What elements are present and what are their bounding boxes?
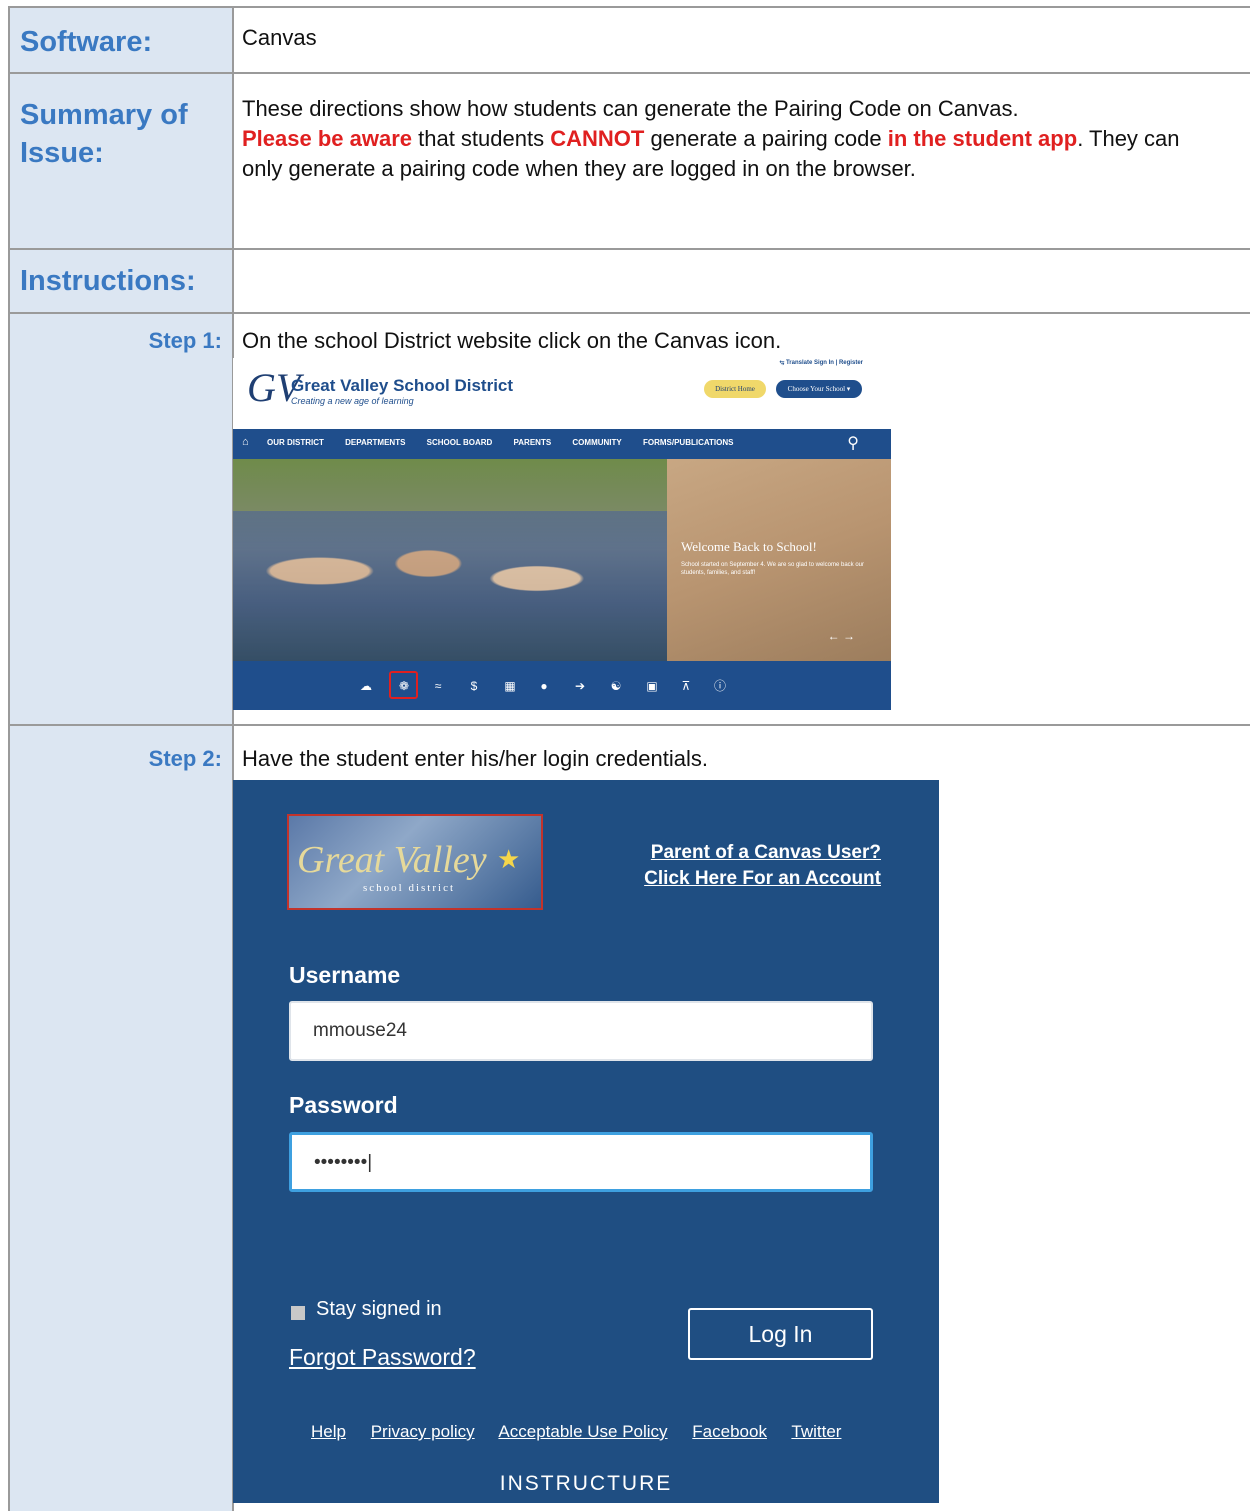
site-header: GV Great Valley School District Creating… — [233, 358, 891, 428]
hero-photo-crowd — [233, 511, 667, 661]
step-1-text: On the school District website click on … — [242, 328, 782, 353]
logo-subtext: school district — [363, 882, 456, 894]
people-icon[interactable]: ☯ — [607, 677, 625, 695]
login-footer-links: Help Privacy policy Acceptable Use Polic… — [311, 1422, 861, 1442]
stay-signed-in-label[interactable]: Stay signed in — [316, 1298, 442, 1321]
site-tagline: Creating a new age of learning — [291, 396, 414, 406]
site-top-links[interactable]: ⥃ Translate Sign In | Register — [779, 360, 863, 367]
canvas-icon-highlight — [389, 671, 418, 699]
step-1-label: Step 1: — [148, 328, 222, 353]
summary-alert-1: Please be aware — [242, 126, 413, 151]
footer-link-facebook[interactable]: Facebook — [692, 1422, 767, 1441]
parent-account-link[interactable]: Parent of a Canvas User? Click Here For … — [644, 840, 881, 892]
instructions-label: Instructions: — [20, 265, 196, 297]
summary-text-1: These directions show how students can g… — [242, 96, 1019, 121]
row-instructions: Instructions: — [8, 248, 1250, 314]
password-label: Password — [289, 1092, 398, 1118]
great-valley-logo: Great Valley school district ★ — [287, 814, 543, 910]
stay-signed-in-checkbox[interactable] — [291, 1306, 305, 1320]
summary-label-line1: Summary of — [20, 99, 188, 131]
dollar-icon[interactable]: $ — [465, 677, 483, 695]
nav-item-our-district[interactable]: OUR DISTRICT — [267, 438, 324, 447]
nav-item-forms-publications[interactable]: FORMS/PUBLICATIONS — [643, 438, 734, 447]
summary-alert-2: CANNOT — [550, 126, 645, 151]
label-cell-summary: Summary of Issue: — [8, 74, 234, 250]
nav-item-community[interactable]: COMMUNITY — [572, 438, 621, 447]
district-website-screenshot: GV Great Valley School District Creating… — [233, 358, 891, 710]
district-home-button[interactable]: District Home — [704, 380, 766, 398]
site-nav-items: OUR DISTRICT DEPARTMENTS SCHOOL BOARD PA… — [267, 438, 752, 447]
label-cell-instructions: Instructions: — [8, 250, 234, 314]
nav-item-parents[interactable]: PARENTS — [514, 438, 552, 447]
footer-link-acceptable-use[interactable]: Acceptable Use Policy — [498, 1422, 667, 1441]
username-field[interactable]: mmouse24 — [289, 1001, 873, 1061]
nav-item-departments[interactable]: DEPARTMENTS — [345, 438, 405, 447]
hero-photo — [233, 459, 667, 661]
step-2-label: Step 2: — [148, 746, 222, 771]
canvas-login-screenshot: Great Valley school district ★ Parent of… — [233, 780, 939, 1503]
summary-text-3: generate a pairing code — [644, 126, 888, 151]
username-label: Username — [289, 962, 401, 988]
summary-text-2: that students — [412, 126, 551, 151]
software-value: Canvas — [242, 25, 317, 50]
calendar-icon[interactable]: ▦ — [501, 677, 519, 695]
cloud-icon[interactable]: ☁ — [357, 677, 375, 695]
site-nav-bar: ⌂ OUR DISTRICT DEPARTMENTS SCHOOL BOARD … — [233, 429, 891, 459]
parent-link-line1[interactable]: Parent of a Canvas User? — [644, 840, 881, 866]
home-icon[interactable]: ⌂ — [242, 436, 249, 448]
logo-text: Great Valley — [297, 839, 487, 881]
label-cell-software: Software: — [8, 8, 234, 74]
choose-school-button[interactable]: Choose Your School ▾ — [776, 380, 862, 398]
star-icon: ★ — [497, 844, 521, 874]
bridge-icon[interactable]: ⊼ — [677, 677, 695, 695]
footer-link-twitter[interactable]: Twitter — [791, 1422, 841, 1441]
swoosh-icon[interactable]: ≈ — [429, 677, 447, 695]
label-cell-step-1: Step 1: — [8, 314, 234, 726]
footer-link-help[interactable]: Help — [311, 1422, 346, 1441]
log-in-button[interactable]: Log In — [688, 1308, 873, 1360]
slide-title: Welcome Back to School! — [681, 539, 817, 554]
row-software: Software: Canvas — [8, 6, 1250, 74]
handshake-icon[interactable]: ➔ — [571, 677, 589, 695]
footer-link-privacy[interactable]: Privacy policy — [371, 1422, 475, 1441]
summary-text: These directions show how students can g… — [242, 94, 1202, 184]
software-label: Software: — [20, 26, 153, 58]
quick-link-icon-bar: ☁ ❁ ≈ $ ▦ ● ➔ ☯ ▣ ⊼ ⓘ — [233, 661, 891, 710]
nav-item-school-board[interactable]: SCHOOL BOARD — [427, 438, 493, 447]
step-2-text: Have the student enter his/her login cre… — [242, 746, 708, 771]
bus-icon[interactable]: ▣ — [643, 677, 661, 695]
info-icon[interactable]: ⓘ — [711, 677, 729, 695]
slide-arrows-icon[interactable]: ← → — [828, 629, 855, 643]
hero-slide-panel: Welcome Back to School! School started o… — [667, 459, 891, 661]
summary-alert-3: in the student app — [887, 126, 1078, 151]
summary-label-line2: Issue: — [20, 137, 104, 169]
slide-text: School started on September 4. We are so… — [681, 562, 864, 576]
label-cell-step-2: Step 2: — [8, 726, 234, 1511]
password-field[interactable]: ••••••••| — [289, 1132, 873, 1192]
instructure-brand: INSTRUCTURE — [499, 1472, 673, 1495]
row-summary: Summary of Issue: These directions show … — [8, 72, 1250, 250]
forgot-password-link[interactable]: Forgot Password? — [289, 1344, 476, 1371]
search-icon[interactable]: ⚲ — [847, 433, 859, 453]
apple-icon[interactable]: ● — [535, 677, 553, 695]
parent-link-line2[interactable]: Click Here For an Account — [644, 866, 881, 892]
site-title[interactable]: Great Valley School District — [291, 376, 513, 396]
